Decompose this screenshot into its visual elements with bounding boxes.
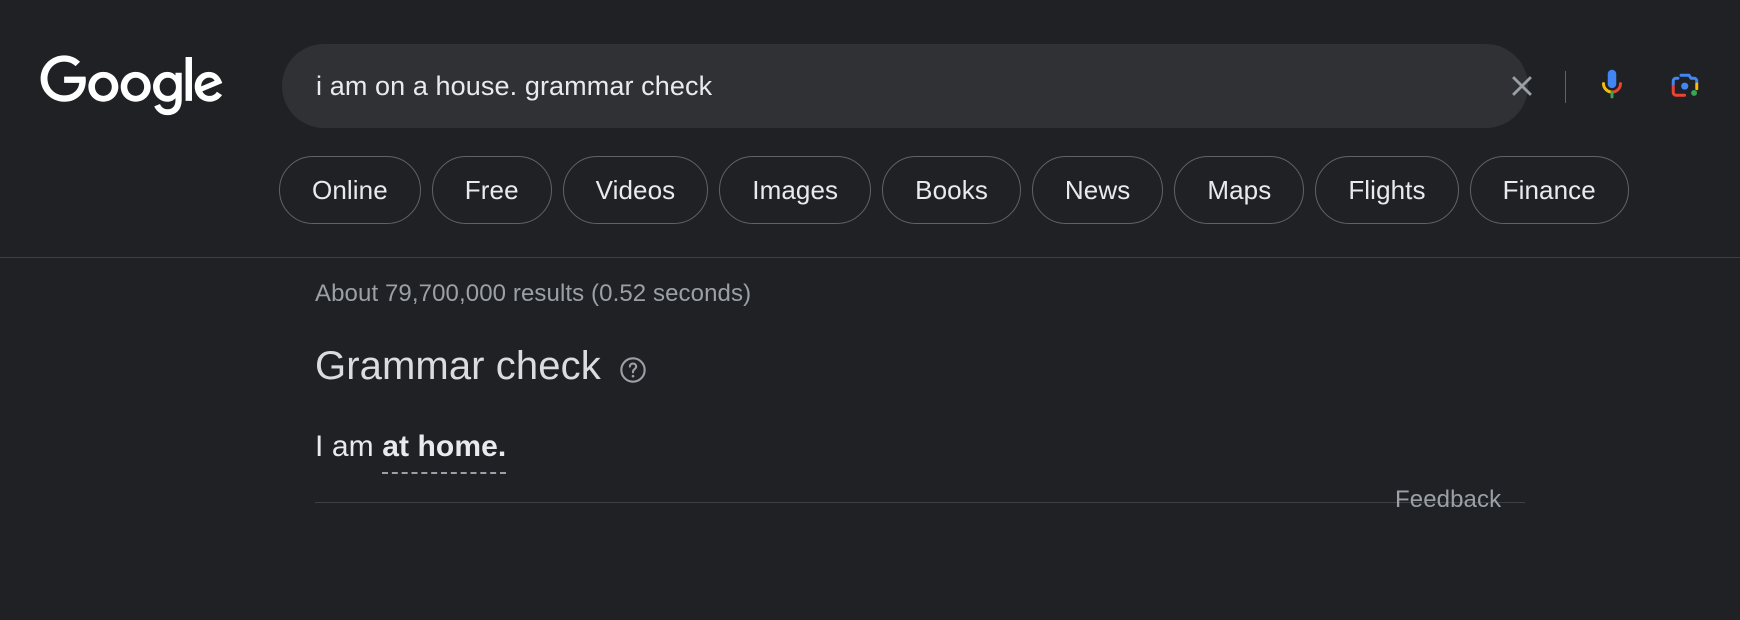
footer-divider xyxy=(315,502,1525,503)
microphone-icon[interactable] xyxy=(1587,44,1637,128)
search-input[interactable]: i am on a house. grammar check xyxy=(316,44,1216,128)
search-box[interactable]: i am on a house. grammar check xyxy=(282,44,1699,128)
result-stats: About 79,700,000 results (0.52 seconds) xyxy=(315,280,752,307)
feedback-link[interactable]: Feedback xyxy=(1395,486,1501,514)
filter-chip-online[interactable]: Online xyxy=(279,156,421,224)
search-results-main: About 79,700,000 results (0.52 seconds) … xyxy=(0,258,1740,620)
answer-correction: at home. xyxy=(382,430,507,474)
filter-chip-free[interactable]: Free xyxy=(431,156,552,224)
filter-chips: Online Free Videos Images Books News Map… xyxy=(279,156,1629,224)
search-header: i am on a house. grammar check Online Fr… xyxy=(0,0,1740,258)
filter-chip-news[interactable]: News xyxy=(1031,156,1164,224)
page-title: Grammar check xyxy=(315,344,601,388)
close-icon[interactable] xyxy=(1498,44,1546,128)
search-divider xyxy=(1565,71,1566,103)
search-icon[interactable] xyxy=(1730,44,1740,128)
grammar-check-header: Grammar check xyxy=(315,344,647,389)
google-search-results-page: i am on a house. grammar check Online Fr… xyxy=(0,0,1740,620)
google-lens-icon[interactable] xyxy=(1660,44,1710,128)
filter-chip-videos[interactable]: Videos xyxy=(562,156,709,224)
filter-chip-flights[interactable]: Flights xyxy=(1315,156,1459,224)
grammar-check-answer: I am at home. xyxy=(315,430,507,474)
answer-prefix: I am xyxy=(315,430,383,463)
help-circle-icon[interactable] xyxy=(619,350,647,384)
google-logo[interactable] xyxy=(36,55,228,117)
filter-chip-maps[interactable]: Maps xyxy=(1174,156,1305,224)
filter-chip-books[interactable]: Books xyxy=(882,156,1021,224)
filter-chip-images[interactable]: Images xyxy=(719,156,872,224)
filter-chip-finance[interactable]: Finance xyxy=(1469,156,1629,224)
